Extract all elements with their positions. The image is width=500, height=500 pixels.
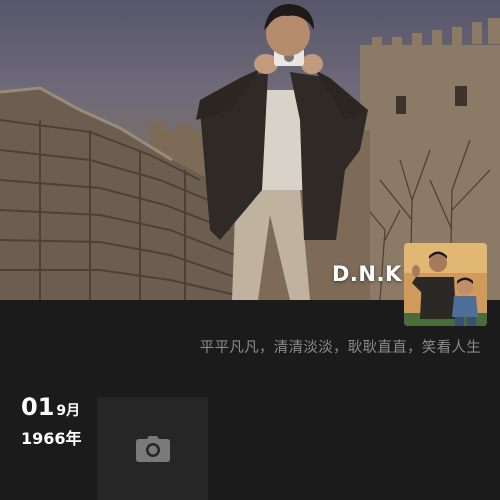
timeline-date: 01 9月 1966年 xyxy=(21,393,82,449)
timeline-month: 9月 xyxy=(56,403,81,419)
timeline-day: 01 xyxy=(21,393,55,421)
timeline-year: 1966年 xyxy=(21,429,82,448)
username: D.N.K xyxy=(332,262,402,286)
camera-icon xyxy=(135,435,170,462)
profile-signature: 平平凡凡，清清淡淡，耿耿直直，笑看人生 xyxy=(199,340,481,356)
add-photo-button[interactable] xyxy=(97,397,208,500)
avatar[interactable] xyxy=(404,243,487,326)
